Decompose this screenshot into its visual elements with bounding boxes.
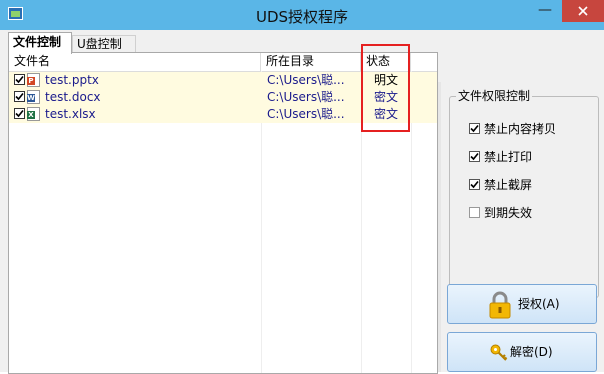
xlsx-file-icon: X (27, 107, 40, 121)
option-label: 禁止打印 (484, 150, 533, 164)
title-bar: UDS授权程序 — (0, 0, 604, 30)
permission-group: 文件权限控制 禁止内容拷贝 禁止打印 禁止截屏 到期失效 (449, 89, 599, 298)
column-header-empty (411, 53, 437, 71)
file-directory: C:\Users\聪... (267, 73, 345, 87)
option-label: 到期失效 (484, 206, 533, 220)
column-header-directory[interactable]: 所在目录 (261, 53, 361, 71)
row-checkbox[interactable] (14, 74, 25, 85)
option-label: 禁止截屏 (484, 178, 533, 192)
checkmark-icon (15, 92, 24, 101)
minimize-button[interactable]: — (530, 0, 560, 22)
decrypt-button[interactable]: 解密(D) (447, 332, 597, 372)
checkmark-icon (15, 109, 24, 118)
row-checkbox[interactable] (14, 91, 25, 102)
pptx-file-icon: P (27, 73, 40, 87)
file-name: test.pptx (45, 73, 99, 87)
checkbox[interactable] (469, 151, 480, 162)
checkbox[interactable] (469, 207, 480, 218)
vertical-scrollbar[interactable] (438, 82, 441, 372)
status-highlight-box (361, 44, 410, 132)
authorize-button[interactable]: 授权(A) (447, 284, 597, 324)
file-directory: C:\Users\聪... (267, 90, 345, 104)
close-icon (578, 6, 588, 16)
close-button[interactable] (562, 0, 604, 22)
decrypt-label: 解密(D) (510, 345, 553, 359)
client-area: 文件控制 U盘控制 文件名 所在目录 状态 P test.pptx C:\Use… (0, 30, 604, 374)
tab-usb-control[interactable]: U盘控制 (72, 35, 136, 53)
checkmark-icon (15, 75, 24, 84)
key-icon (490, 344, 508, 361)
checkbox[interactable] (469, 123, 480, 134)
checkmark-icon (470, 124, 479, 133)
row-checkbox[interactable] (14, 108, 25, 119)
option-label: 禁止内容拷贝 (484, 122, 557, 136)
authorize-label: 授权(A) (518, 297, 560, 311)
file-name: test.docx (45, 90, 101, 104)
lock-icon (489, 291, 511, 319)
file-name: test.xlsx (45, 107, 96, 121)
checkmark-icon (470, 180, 479, 189)
checkmark-icon (470, 152, 479, 161)
checkbox[interactable] (469, 179, 480, 190)
column-header-filename[interactable]: 文件名 (9, 53, 261, 71)
file-directory: C:\Users\聪... (267, 107, 345, 121)
permission-group-title: 文件权限控制 (456, 89, 533, 103)
docx-file-icon: W (27, 90, 40, 104)
tab-file-control[interactable]: 文件控制 (8, 32, 72, 54)
window-title: UDS授权程序 (255, 8, 349, 26)
